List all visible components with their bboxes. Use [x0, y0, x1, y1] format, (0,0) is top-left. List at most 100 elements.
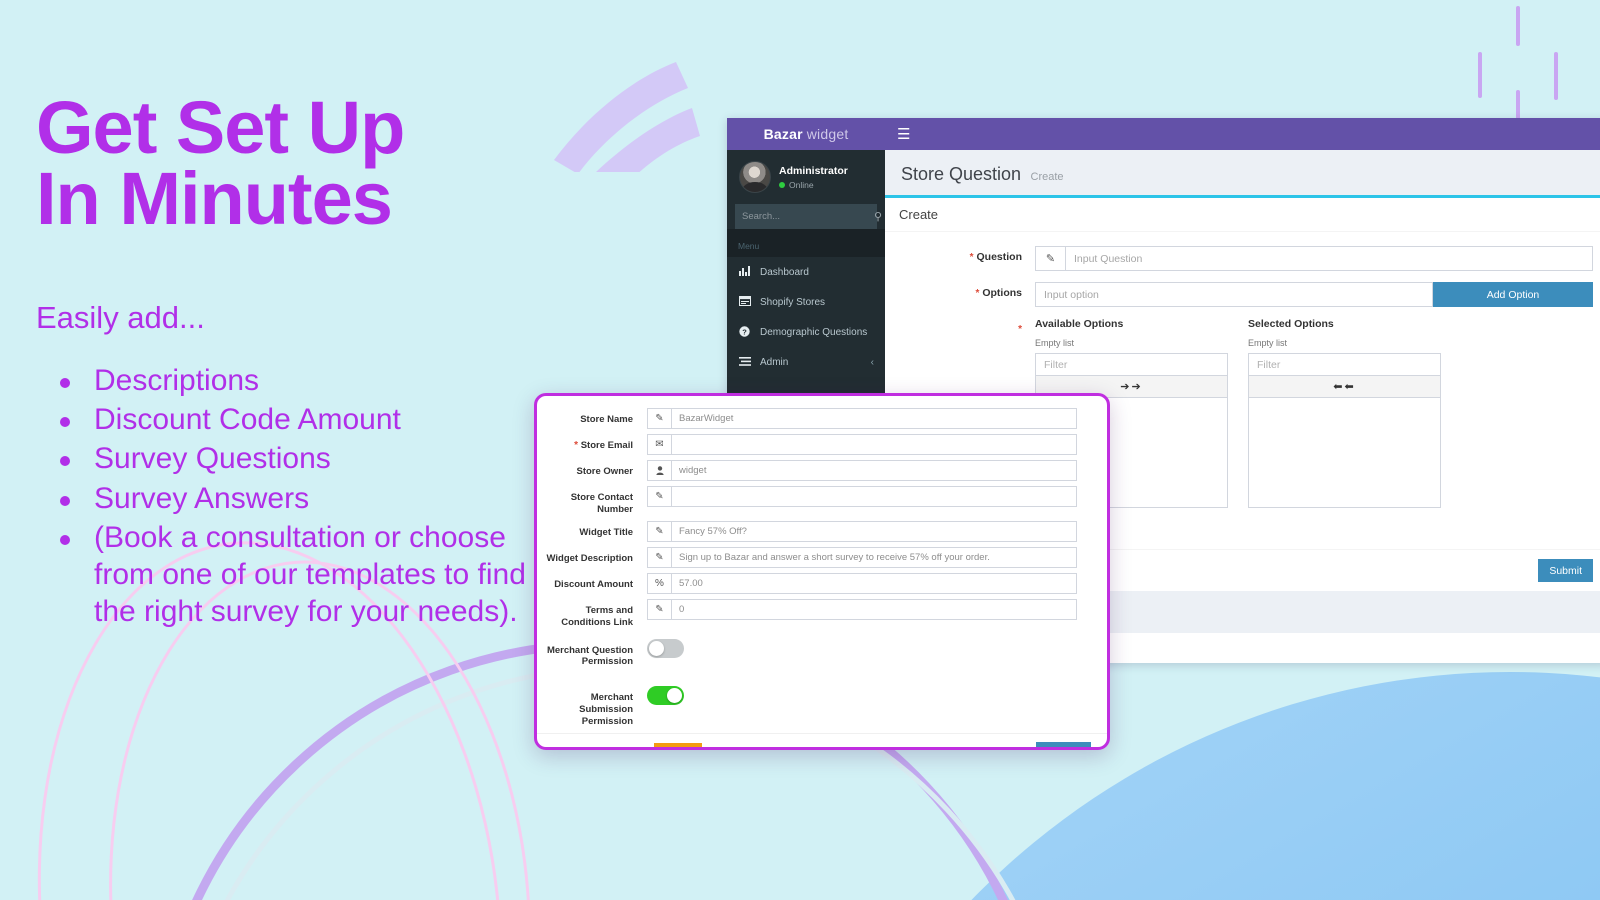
sidebar-search[interactable]: ⚲: [735, 204, 882, 229]
option-input[interactable]: Input option: [1035, 282, 1433, 307]
store-form-body: Store Name ✎ BazarWidget * Store Email ✉…: [537, 396, 1107, 733]
dual-list-label: *: [899, 318, 1035, 335]
widget-description-input[interactable]: Sign up to Bazar and answer a short surv…: [671, 546, 1077, 568]
submit-button[interactable]: Submit: [1036, 741, 1091, 747]
page-title: Get Set Up In Minutes: [36, 90, 556, 241]
add-option-button[interactable]: Add Option: [1433, 282, 1593, 307]
hamburger-icon[interactable]: ☰: [897, 127, 910, 142]
field-row-merchant-submission-permission: Merchant Submission Permission: [537, 686, 1077, 728]
toggle-knob: [667, 688, 682, 704]
avatar: [739, 161, 771, 193]
question-control: ✎ Input Question: [1035, 246, 1593, 271]
field-row-question: * Question ✎ Input Question: [899, 246, 1593, 271]
sidebar-item-label: Shopify Stores: [760, 296, 826, 308]
user-icon: [647, 460, 671, 481]
question-label: * Question: [899, 246, 1035, 263]
page-header: Store Question Create: [885, 150, 1600, 195]
field-row-options: * Options Input option Add Option: [899, 282, 1593, 307]
question-circle-icon: ?: [738, 325, 751, 340]
terms-link-label-text: Terms and Conditions Link: [561, 604, 633, 628]
field-row-merchant-question-permission: Merchant Question Permission: [537, 638, 1077, 669]
widget-title-label-text: Widget Title: [579, 526, 633, 538]
pencil-icon: ✎: [647, 598, 671, 620]
store-owner-input[interactable]: widget: [671, 460, 1077, 481]
terms-link-label: Terms and Conditions Link: [537, 599, 647, 629]
headline-line-2: In Minutes: [36, 157, 393, 241]
available-options-title: Available Options: [1035, 318, 1124, 330]
selected-options-list[interactable]: [1248, 398, 1441, 508]
store-name-input[interactable]: BazarWidget: [671, 408, 1077, 429]
brand-name-light: widget: [806, 126, 849, 142]
field-row-store-name: Store Name ✎ BazarWidget: [537, 408, 1077, 429]
svg-text:?: ?: [742, 327, 747, 336]
terms-link-input[interactable]: 0: [671, 598, 1077, 620]
field-row-store-owner: Store Owner widget: [537, 460, 1077, 481]
options-label: * Options: [899, 282, 1035, 299]
merchant-submission-permission-label: Merchant Submission Permission: [579, 692, 633, 727]
required-marker: *: [969, 252, 974, 263]
sidebar-item-admin[interactable]: Admin ‹: [727, 348, 885, 377]
dash-pattern: [1442, 6, 1572, 192]
question-input[interactable]: Input Question: [1065, 246, 1593, 271]
terms-link-control: ✎ 0: [647, 598, 1077, 620]
sidebar-item-label: Demographic Questions: [760, 327, 868, 338]
reset-button[interactable]: Reset: [654, 742, 703, 747]
sidebar-item-label: Dashboard: [760, 266, 809, 278]
selected-options-title: Selected Options: [1248, 318, 1334, 330]
store-name-label: Store Name: [537, 408, 647, 426]
widget-title-input[interactable]: Fancy 57% Off?: [671, 520, 1077, 542]
sidebar-item-dashboard[interactable]: Dashboard: [727, 257, 885, 287]
store-email-label: * Store Email: [537, 434, 647, 453]
search-icon[interactable]: ⚲: [874, 210, 882, 223]
discount-amount-control: % 57.00: [647, 572, 1077, 594]
selected-empty-label: Empty list: [1248, 338, 1288, 348]
user-panel[interactable]: Administrator Online: [727, 150, 885, 204]
box-header: Create: [885, 198, 1600, 232]
discount-amount-label-text: Discount Amount: [554, 578, 633, 590]
field-row-widget-description: Widget Description ✎ Sign up to Bazar an…: [537, 546, 1077, 568]
options-label-text: Options: [982, 287, 1022, 299]
toggle-knob: [649, 640, 664, 656]
pencil-icon: ✎: [647, 520, 671, 542]
submit-button[interactable]: Submit: [1538, 559, 1593, 582]
merchant-question-permission-toggle[interactable]: [647, 638, 684, 658]
app-logo[interactable]: Bazar widget: [727, 118, 885, 150]
question-input-group[interactable]: ✎ Input Question: [1035, 246, 1593, 271]
field-row-widget-title: Widget Title ✎ Fancy 57% Off?: [537, 520, 1077, 542]
chevron-left-icon[interactable]: ‹: [871, 357, 874, 368]
sidebar-item-label: Admin: [760, 357, 789, 368]
widget-title-label: Widget Title: [537, 521, 647, 539]
selected-filter-input[interactable]: Filter: [1248, 353, 1441, 376]
search-input[interactable]: [742, 211, 874, 222]
selected-options-column: Selected Options Empty list Filter ⬅⬅: [1248, 318, 1441, 508]
store-name-control: ✎ BazarWidget: [647, 408, 1077, 429]
required-marker: *: [1018, 324, 1022, 335]
user-status-label: Online: [789, 179, 814, 190]
store-form-modal: Store Name ✎ BazarWidget * Store Email ✉…: [534, 393, 1110, 750]
options-control: Input option Add Option: [1035, 282, 1593, 307]
list-item: (Book a consultation or choose from one …: [36, 519, 556, 631]
sidebar-item-demographic-questions[interactable]: ? Demographic Questions: [727, 317, 885, 348]
required-marker: *: [574, 440, 579, 451]
brand-name-bold: Bazar: [763, 126, 803, 142]
store-contact-number-label-text: Store Contact Number: [570, 492, 633, 515]
field-row-discount-amount: Discount Amount % 57.00: [537, 572, 1077, 594]
store-email-input[interactable]: [671, 434, 1077, 455]
sidebar-item-shopify-stores[interactable]: Shopify Stores: [727, 287, 885, 317]
move-left-icon[interactable]: ⬅⬅: [1248, 376, 1441, 398]
question-label-text: Question: [976, 251, 1022, 263]
user-status: Online: [779, 180, 848, 190]
store-name-label-text: Store Name: [580, 414, 633, 425]
field-row-store-contact-number: Store Contact Number ✎: [537, 486, 1077, 516]
discount-amount-input[interactable]: 57.00: [671, 572, 1077, 594]
available-filter-input[interactable]: Filter: [1035, 353, 1228, 376]
widget-description-label: Widget Description: [537, 547, 647, 565]
percent-icon: %: [647, 572, 671, 594]
list-item: Discount Code Amount: [36, 401, 556, 438]
list-icon: [738, 356, 751, 369]
store-contact-number-input[interactable]: [671, 486, 1077, 507]
menu-section-label: Menu: [727, 229, 885, 257]
online-status-dot: [779, 181, 785, 188]
pencil-icon: ✎: [647, 408, 671, 429]
merchant-submission-permission-toggle[interactable]: [647, 686, 684, 706]
